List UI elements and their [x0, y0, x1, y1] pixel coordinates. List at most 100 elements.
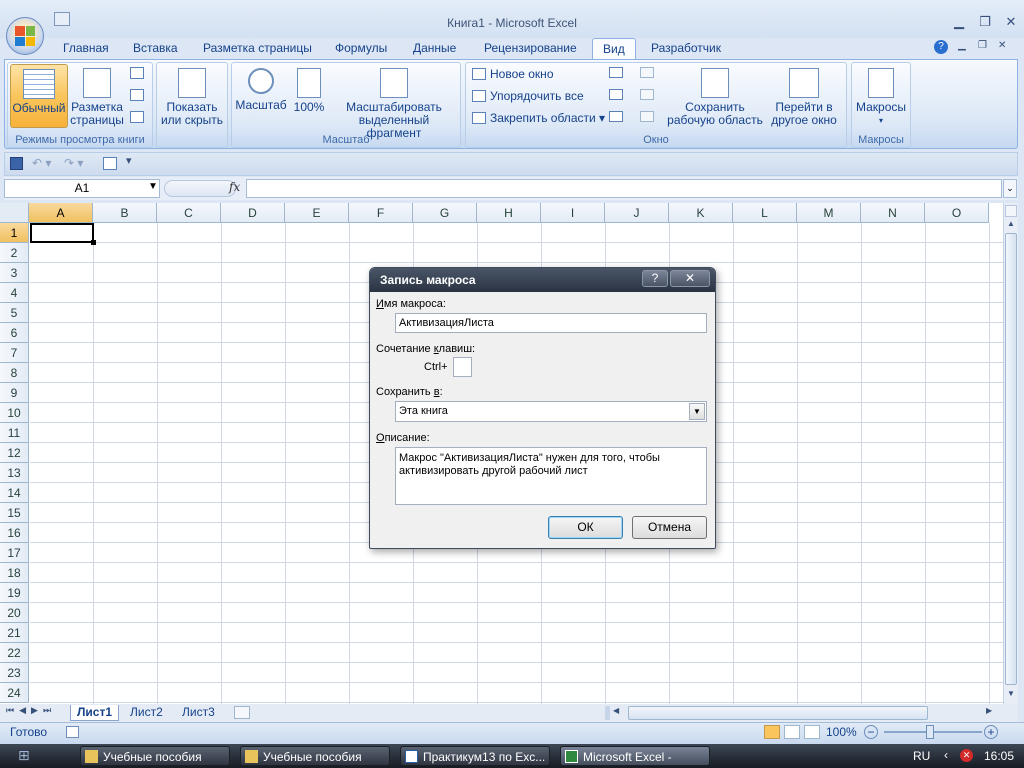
expand-formula-bar-icon[interactable]: ⌄: [1003, 179, 1017, 198]
fill-handle[interactable]: [91, 240, 96, 245]
store-in-select[interactable]: Эта книга ▼: [395, 401, 707, 422]
page-break-status-icon[interactable]: [804, 725, 820, 739]
dialog-help-button[interactable]: ?: [642, 270, 668, 287]
column-header[interactable]: K: [669, 203, 733, 223]
switch-windows-button[interactable]: Перейти в другое окно: [766, 64, 842, 128]
scroll-down-icon[interactable]: ▼: [1005, 689, 1017, 701]
help-icon[interactable]: ?: [934, 40, 948, 54]
page-layout-status-icon[interactable]: [784, 725, 800, 739]
column-header[interactable]: H: [477, 203, 541, 223]
show-hide-button[interactable]: Показать или скрыть: [158, 64, 226, 128]
row-header[interactable]: 4: [0, 283, 29, 303]
zoom-level[interactable]: 100%: [826, 725, 857, 739]
zoom-button[interactable]: Масштаб: [234, 64, 288, 128]
row-header[interactable]: 2: [0, 243, 29, 263]
tab-data[interactable]: Данные: [403, 38, 466, 60]
undo-icon[interactable]: ↶ ▾: [32, 156, 51, 170]
ribbon-restore-button[interactable]: ❐: [978, 40, 987, 51]
form-icon[interactable]: [103, 157, 117, 170]
sheet-tab-3[interactable]: Лист3: [176, 705, 221, 721]
row-header[interactable]: 19: [0, 583, 29, 603]
macros-button[interactable]: Макросы ▾: [853, 64, 909, 128]
row-header[interactable]: 22: [0, 643, 29, 663]
column-header[interactable]: N: [861, 203, 925, 223]
scroll-up-icon[interactable]: ▲: [1005, 219, 1017, 231]
row-header[interactable]: 24: [0, 683, 29, 703]
redo-icon[interactable]: ↷ ▾: [64, 156, 83, 170]
freeze-panes-button[interactable]: Закрепить области ▾: [472, 108, 605, 128]
sheet-tab-1[interactable]: Лист1: [70, 705, 120, 721]
name-box[interactable]: A1: [4, 179, 160, 198]
save-icon[interactable]: [10, 157, 23, 170]
row-header[interactable]: 1: [0, 223, 29, 243]
full-screen-icon[interactable]: [130, 111, 144, 123]
row-header[interactable]: 8: [0, 363, 29, 383]
tab-review[interactable]: Рецензирование: [474, 38, 587, 60]
column-header[interactable]: O: [925, 203, 989, 223]
save-workspace-button[interactable]: Сохранить рабочую область: [666, 64, 764, 128]
row-header[interactable]: 11: [0, 423, 29, 443]
insert-sheet-icon[interactable]: [234, 706, 250, 719]
column-header[interactable]: I: [541, 203, 605, 223]
start-button[interactable]: ⊞: [18, 747, 48, 765]
zoom-100-button[interactable]: 100%: [290, 64, 328, 128]
normal-view-button[interactable]: Обычный: [10, 64, 68, 128]
chevron-down-icon[interactable]: ▼: [689, 403, 705, 420]
tab-home[interactable]: Главная: [53, 38, 119, 60]
view-side-by-side-icon[interactable]: [640, 67, 654, 78]
column-header[interactable]: F: [349, 203, 413, 223]
active-cell[interactable]: [30, 223, 94, 243]
ribbon-minimize-button[interactable]: ▁: [958, 40, 966, 51]
tab-split-handle[interactable]: [605, 706, 610, 720]
sheet-nav-arrows-icon[interactable]: ⏮◀▶⏭: [6, 705, 56, 716]
page-layout-button[interactable]: Разметка страницы: [70, 64, 124, 128]
ok-button[interactable]: ОК: [548, 516, 623, 539]
new-window-button[interactable]: Новое окно: [472, 64, 554, 84]
column-header[interactable]: M: [797, 203, 861, 223]
network-error-icon[interactable]: ✕: [960, 749, 973, 762]
dialog-close-button[interactable]: ✕: [670, 270, 710, 287]
column-header[interactable]: C: [157, 203, 221, 223]
zoom-in-icon[interactable]: +: [984, 725, 998, 739]
row-header[interactable]: 18: [0, 563, 29, 583]
tab-insert[interactable]: Вставка: [123, 38, 188, 60]
sheet-tab-2[interactable]: Лист2: [124, 705, 169, 721]
scroll-left-icon[interactable]: ◀: [613, 706, 623, 720]
vertical-scroll-thumb[interactable]: [1005, 233, 1017, 685]
row-header[interactable]: 3: [0, 263, 29, 283]
row-header[interactable]: 13: [0, 463, 29, 483]
arrange-all-button[interactable]: Упорядочить все: [472, 86, 584, 106]
select-all-corner[interactable]: [0, 203, 29, 223]
page-break-preview-icon[interactable]: [130, 67, 144, 79]
language-indicator[interactable]: RU: [913, 749, 930, 763]
hide-window-icon[interactable]: [609, 89, 623, 100]
row-header[interactable]: 9: [0, 383, 29, 403]
insert-function-icon[interactable]: fx: [229, 180, 240, 194]
split-icon[interactable]: [609, 67, 623, 78]
column-header[interactable]: E: [285, 203, 349, 223]
tab-page-layout[interactable]: Разметка страницы: [193, 38, 322, 60]
normal-view-status-icon[interactable]: [764, 725, 780, 739]
description-textarea[interactable]: Макрос "АктивизацияЛиста" нужен для того…: [395, 447, 707, 505]
row-header[interactable]: 7: [0, 343, 29, 363]
row-header[interactable]: 21: [0, 623, 29, 643]
row-header[interactable]: 14: [0, 483, 29, 503]
taskbar-item-word[interactable]: Практикум13 по Exc...: [400, 746, 550, 766]
row-header[interactable]: 15: [0, 503, 29, 523]
reset-window-position-icon[interactable]: [640, 111, 654, 122]
zoom-slider-thumb[interactable]: [926, 725, 934, 739]
formula-bar-slider[interactable]: [164, 180, 236, 197]
customize-qat-icon[interactable]: ▾: [126, 154, 132, 167]
column-header[interactable]: B: [93, 203, 157, 223]
zoom-to-selection-button[interactable]: Масштабировать выделенный фрагмент: [330, 64, 458, 140]
taskbar-item-excel[interactable]: Microsoft Excel - Книга1: [560, 746, 710, 766]
row-header[interactable]: 17: [0, 543, 29, 563]
taskbar-item-folder-2[interactable]: Учебные пособия: [240, 746, 390, 766]
row-header[interactable]: 5: [0, 303, 29, 323]
zoom-out-icon[interactable]: −: [864, 725, 878, 739]
tray-expand-icon[interactable]: ‹: [944, 748, 948, 762]
taskbar-item-folder-1[interactable]: Учебные пособия: [80, 746, 230, 766]
column-header[interactable]: G: [413, 203, 477, 223]
tab-formulas[interactable]: Формулы: [325, 38, 397, 60]
macro-record-icon[interactable]: [66, 726, 79, 738]
